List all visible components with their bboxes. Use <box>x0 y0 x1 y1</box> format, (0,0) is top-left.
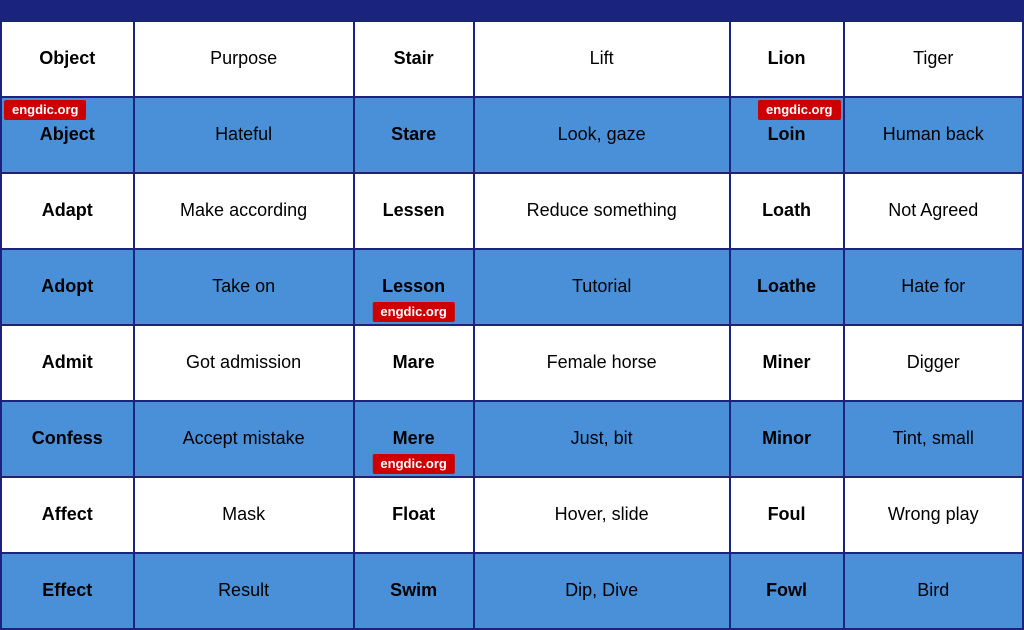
table-cell: Loath <box>730 173 844 249</box>
table-cell: Affect <box>1 477 134 553</box>
table-cell: Loathe <box>730 249 844 325</box>
table-cell: Take on <box>134 249 354 325</box>
table-cell: Tint, small <box>844 401 1024 477</box>
table-cell: Swim <box>354 553 474 629</box>
table-cell: Lion <box>730 21 844 97</box>
table-cell: Loinengdic.org <box>730 97 844 173</box>
table-cell: Digger <box>844 325 1024 401</box>
table-cell: Object <box>1 21 134 97</box>
table-cell: Wrong play <box>844 477 1024 553</box>
table-cell: Stair <box>354 21 474 97</box>
table-row: ObjectPurposeStairLiftLionTiger <box>1 21 1023 97</box>
table-cell: Hover, slide <box>474 477 730 553</box>
table-cell: Fowl <box>730 553 844 629</box>
table-cell: Foul <box>730 477 844 553</box>
table-cell: Result <box>134 553 354 629</box>
table-row: AffectMaskFloatHover, slideFoulWrong pla… <box>1 477 1023 553</box>
table-cell: Just, bit <box>474 401 730 477</box>
words-table: ObjectPurposeStairLiftLionTigerAbjecteng… <box>0 20 1024 630</box>
table-cell: Abjectengdic.org <box>1 97 134 173</box>
table-cell: Adopt <box>1 249 134 325</box>
table-cell: Mare <box>354 325 474 401</box>
table-cell: Admit <box>1 325 134 401</box>
engdic-badge: engdic.org <box>758 100 840 120</box>
page-title <box>0 0 1024 20</box>
table-cell: Float <box>354 477 474 553</box>
table-cell: Dip, Dive <box>474 553 730 629</box>
table-cell: Tutorial <box>474 249 730 325</box>
page-wrapper: ObjectPurposeStairLiftLionTigerAbjecteng… <box>0 0 1024 630</box>
table-cell: Female horse <box>474 325 730 401</box>
table-cell: Hate for <box>844 249 1024 325</box>
table-cell: Mereengdic.org <box>354 401 474 477</box>
table-cell: Look, gaze <box>474 97 730 173</box>
table-cell: Hateful <box>134 97 354 173</box>
table-row: Abjectengdic.orgHatefulStareLook, gazeLo… <box>1 97 1023 173</box>
table-cell: Minor <box>730 401 844 477</box>
table-cell: Confess <box>1 401 134 477</box>
table-cell: Mask <box>134 477 354 553</box>
table-cell: Human back <box>844 97 1024 173</box>
table-row: AdoptTake onLessonengdic.orgTutorialLoat… <box>1 249 1023 325</box>
table-cell: Accept mistake <box>134 401 354 477</box>
engdic-badge: engdic.org <box>4 100 86 120</box>
table-row: EffectResultSwimDip, DiveFowlBird <box>1 553 1023 629</box>
table-cell: Adapt <box>1 173 134 249</box>
table-row: AdmitGot admissionMareFemale horseMinerD… <box>1 325 1023 401</box>
engdic-badge: engdic.org <box>372 302 454 322</box>
table-cell: Reduce something <box>474 173 730 249</box>
table-cell: Effect <box>1 553 134 629</box>
table-cell: Bird <box>844 553 1024 629</box>
table-cell: Stare <box>354 97 474 173</box>
table-cell: Tiger <box>844 21 1024 97</box>
table-cell: Miner <box>730 325 844 401</box>
table-row: AdaptMake accordingLessenReduce somethin… <box>1 173 1023 249</box>
engdic-badge: engdic.org <box>372 454 454 474</box>
table-cell: Make according <box>134 173 354 249</box>
table-row: ConfessAccept mistakeMereengdic.orgJust,… <box>1 401 1023 477</box>
table-cell: Got admission <box>134 325 354 401</box>
table-cell: Not Agreed <box>844 173 1024 249</box>
table-cell: Lessonengdic.org <box>354 249 474 325</box>
table-cell: Purpose <box>134 21 354 97</box>
table-cell: Lessen <box>354 173 474 249</box>
table-container: ObjectPurposeStairLiftLionTigerAbjecteng… <box>0 20 1024 630</box>
table-cell: Lift <box>474 21 730 97</box>
